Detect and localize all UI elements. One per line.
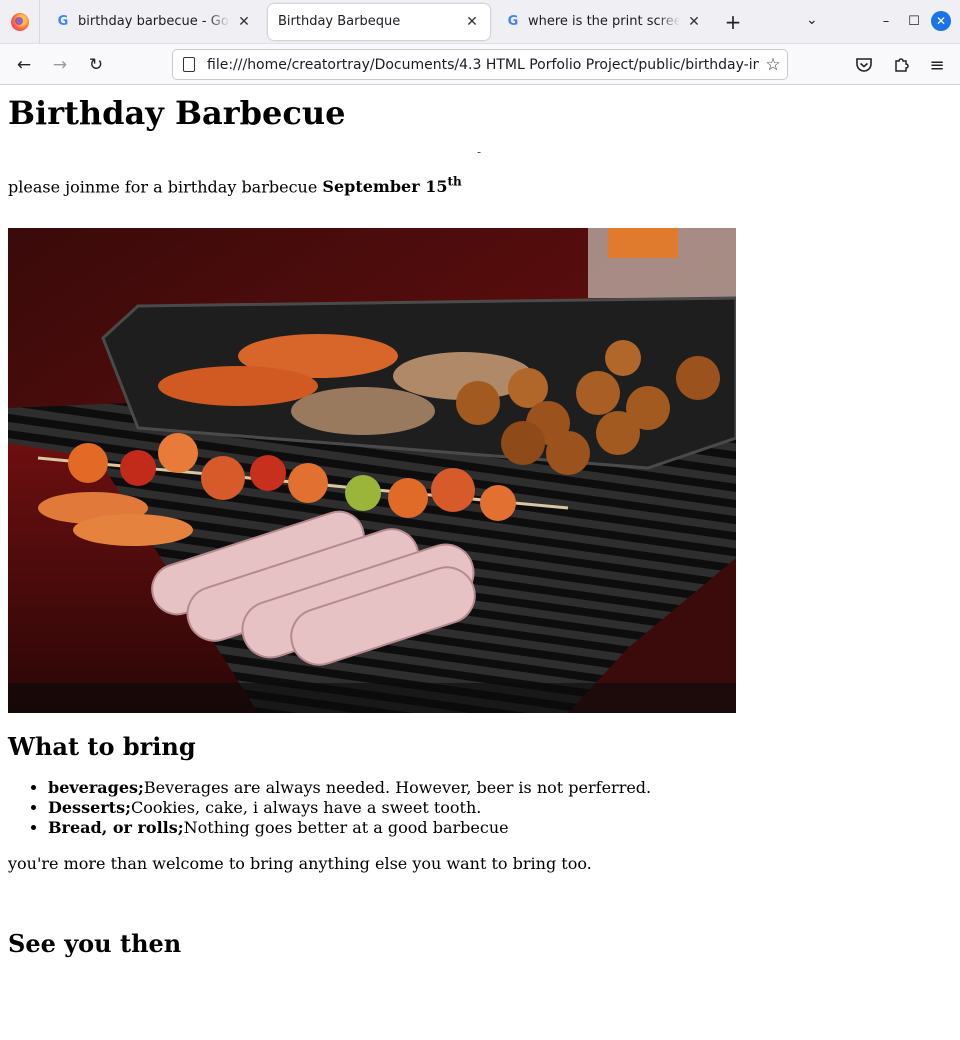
- tab-title: Birthday Barbeque: [278, 14, 401, 29]
- date-suffix: th: [447, 175, 462, 189]
- google-icon: G: [57, 13, 69, 29]
- tab-google-search[interactable]: G birthday barbecue - Google Search ✕: [46, 4, 262, 40]
- page-content: Birthday Barbecue - please joinme for a …: [0, 94, 960, 959]
- item-name: Bread, or rolls;: [48, 818, 184, 838]
- page-title: Birthday Barbecue: [8, 94, 346, 132]
- item-desc: Nothing goes better at a good barbecue: [183, 818, 509, 838]
- barbecue-grill-image: [8, 228, 736, 714]
- google-icon: G: [507, 13, 519, 29]
- date-text: September 15: [322, 177, 448, 197]
- see-you-heading: See you then: [8, 929, 182, 959]
- url-bar[interactable]: file:///home/creatortray/Documents/4.3 H…: [172, 49, 788, 80]
- tab-birthday-barbeque[interactable]: Birthday Barbeque ✕: [268, 3, 490, 40]
- close-window-icon[interactable]: ✕: [931, 11, 951, 31]
- close-tab-icon[interactable]: ✕: [464, 14, 480, 30]
- tab-title: birthday barbecue - Google Search: [78, 14, 230, 29]
- close-tab-icon[interactable]: ✕: [686, 14, 702, 30]
- what-to-bring-heading: What to bring: [8, 732, 196, 762]
- list-item: Bread, or rolls;Nothing goes better at a…: [48, 818, 952, 838]
- pocket-icon[interactable]: [852, 53, 876, 77]
- forward-arrow-icon[interactable]: →: [48, 53, 72, 77]
- tab-print-screen-search[interactable]: G where is the print screen key ✕: [496, 4, 712, 40]
- barbecue-photo: [8, 228, 736, 714]
- item-desc: Cookies, cake, i always have a sweet too…: [130, 798, 482, 818]
- url-text[interactable]: file:///home/creatortray/Documents/4.3 H…: [207, 57, 759, 73]
- welcome-paragraph: you're more than welcome to bring anythi…: [8, 854, 592, 874]
- minimize-icon[interactable]: –: [875, 10, 897, 32]
- list-all-tabs-icon[interactable]: ⌄: [806, 12, 818, 28]
- reload-icon[interactable]: ↻: [84, 53, 108, 77]
- page-icon: [183, 57, 195, 72]
- invite-text: please joinme for a birthday barbecue: [8, 177, 323, 197]
- item-name: beverages;: [48, 778, 144, 798]
- extensions-icon[interactable]: [889, 53, 913, 77]
- item-desc: Beverages are always needed. However, be…: [143, 778, 652, 798]
- close-tab-icon[interactable]: ✕: [236, 14, 252, 30]
- stray-dash: -: [477, 145, 482, 159]
- navigation-bar: ← → ↻ file:///home/creatortray/Documents…: [0, 44, 960, 85]
- bookmark-star-icon[interactable]: ☆: [759, 55, 787, 75]
- maximize-icon[interactable]: ☐: [903, 10, 925, 32]
- firefox-view-button[interactable]: [0, 0, 40, 44]
- bring-list: beverages;Beverages are always needed. H…: [8, 778, 952, 838]
- list-item: Desserts;Cookies, cake, i always have a …: [48, 798, 952, 818]
- new-tab-icon[interactable]: +: [716, 10, 750, 34]
- list-item: beverages;Beverages are always needed. H…: [48, 778, 952, 798]
- item-name: Desserts;: [48, 798, 131, 818]
- hamburger-menu-icon[interactable]: ≡: [925, 53, 949, 77]
- invite-paragraph: please joinme for a birthday barbecue Se…: [8, 171, 952, 198]
- back-arrow-icon[interactable]: ←: [12, 53, 36, 77]
- firefox-icon: [10, 12, 29, 31]
- tab-bar: G birthday barbecue - Google Search ✕ Bi…: [0, 0, 960, 44]
- tab-title: where is the print screen key: [528, 14, 680, 29]
- invite-date: September 15th: [322, 175, 462, 197]
